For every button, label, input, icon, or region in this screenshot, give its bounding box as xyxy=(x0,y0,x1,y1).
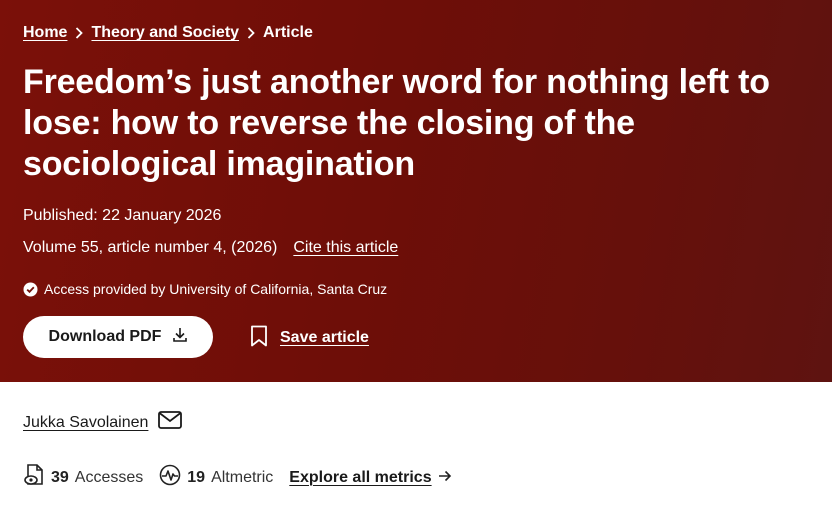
access-text: Access provided by University of Califor… xyxy=(44,281,388,297)
accesses-count: 39 xyxy=(51,468,69,486)
arrow-right-icon xyxy=(438,469,452,487)
author-row: Jukka Savolainen xyxy=(23,411,183,434)
save-article-button[interactable]: Save article xyxy=(250,325,369,352)
page-title: Freedom’s just another word for nothing … xyxy=(23,63,770,183)
accesses-metric: 39 Accesses xyxy=(23,463,143,492)
altmetric-metric: 19 Altmetric xyxy=(159,464,273,491)
breadcrumb: Home Theory and Society Article xyxy=(23,21,313,45)
accesses-icon xyxy=(23,463,45,492)
explore-metrics-link[interactable]: Explore all metrics xyxy=(289,469,451,487)
published-date: Published: 22 January 2026 xyxy=(23,207,222,224)
download-pdf-label: Download PDF xyxy=(48,328,162,345)
access-notice: Access provided by University of Califor… xyxy=(23,279,387,299)
altmetric-label: Altmetric xyxy=(211,468,274,486)
breadcrumb-home-link[interactable]: Home xyxy=(23,24,67,42)
download-icon xyxy=(173,327,188,347)
breadcrumb-current: Article xyxy=(263,24,313,41)
breadcrumb-journal-link[interactable]: Theory and Society xyxy=(91,24,239,42)
altmetric-icon xyxy=(159,464,181,491)
author-link[interactable]: Jukka Savolainen xyxy=(23,414,148,432)
check-circle-icon xyxy=(23,282,38,297)
article-header: Home Theory and Society Article Freedom’… xyxy=(0,0,832,382)
save-article-label: Save article xyxy=(280,329,369,346)
volume-info: Volume 55, article number 4, (2026) xyxy=(23,239,278,256)
chevron-right-icon xyxy=(67,27,91,39)
bookmark-icon xyxy=(250,325,268,352)
accesses-label: Accesses xyxy=(74,468,144,486)
chevron-right-icon xyxy=(239,27,263,39)
explore-metrics-label: Explore all metrics xyxy=(289,468,432,486)
volume-info-row: Volume 55, article number 4, (2026) Cite… xyxy=(23,237,398,259)
metrics-row: 39 Accesses 19 Altmetric Explore all met… xyxy=(23,463,452,492)
mail-icon[interactable] xyxy=(158,411,183,434)
cite-article-link[interactable]: Cite this article xyxy=(293,237,398,259)
download-pdf-button[interactable]: Download PDF xyxy=(23,316,213,358)
altmetric-count: 19 xyxy=(187,468,206,486)
